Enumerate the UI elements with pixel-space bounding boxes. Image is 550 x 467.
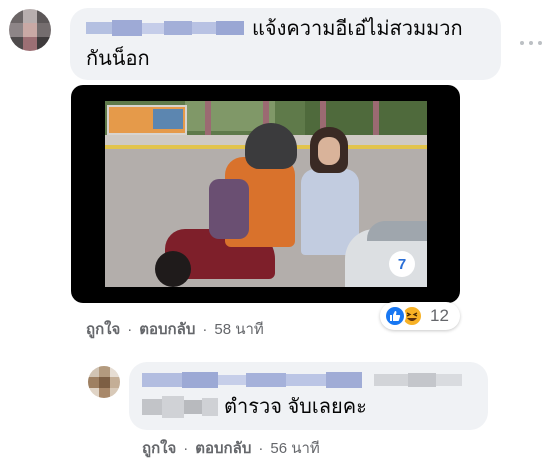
comment-text-line2: กันน็อก [86, 48, 150, 70]
reply-text: ตำรวจ จับเลยคะ [224, 396, 367, 418]
reaction-count: 12 [430, 306, 449, 325]
like-link[interactable]: ถูกใจ [142, 436, 176, 460]
more-options-icon[interactable] [520, 38, 542, 48]
comment-timestamp[interactable]: 58 นาที [214, 317, 263, 341]
reply-link[interactable]: ตอบกลับ [195, 436, 251, 460]
like-link[interactable]: ถูกใจ [86, 317, 120, 341]
reply-link[interactable]: ตอบกลับ [139, 317, 195, 341]
reply-timestamp[interactable]: 56 นาที [270, 436, 319, 460]
reactions-badge[interactable]: 12 [380, 302, 460, 330]
separator: · [258, 439, 264, 457]
comment-text-line1: แจ้งความอีเอ๋ไม่สวมมวก [252, 18, 463, 40]
reply-actions: ถูกใจ · ตอบกลับ · 56 นาที [142, 436, 320, 460]
reply-avatar[interactable] [88, 366, 120, 398]
video-thumbnail[interactable]: 7 [105, 101, 427, 287]
commenter-name-blurred[interactable] [86, 20, 244, 36]
channel-logo-text: 7 [397, 255, 407, 273]
separator: · [202, 320, 208, 338]
channel-logo: 7 [389, 251, 415, 277]
commenter-avatar[interactable] [9, 9, 51, 51]
like-icon [384, 305, 406, 327]
comment-actions: ถูกใจ · ตอบกลับ · 58 นาที [86, 317, 264, 341]
reply-name-blurred[interactable] [142, 372, 462, 388]
comment-thread: แจ้งความอีเอ๋ไม่สวมมวก กันน็อก 7 ถูกใจ ·… [0, 0, 550, 467]
separator: · [183, 439, 189, 457]
video-attachment[interactable]: 7 [71, 85, 460, 303]
separator: · [127, 320, 133, 338]
reply-tag-blurred [142, 396, 218, 418]
